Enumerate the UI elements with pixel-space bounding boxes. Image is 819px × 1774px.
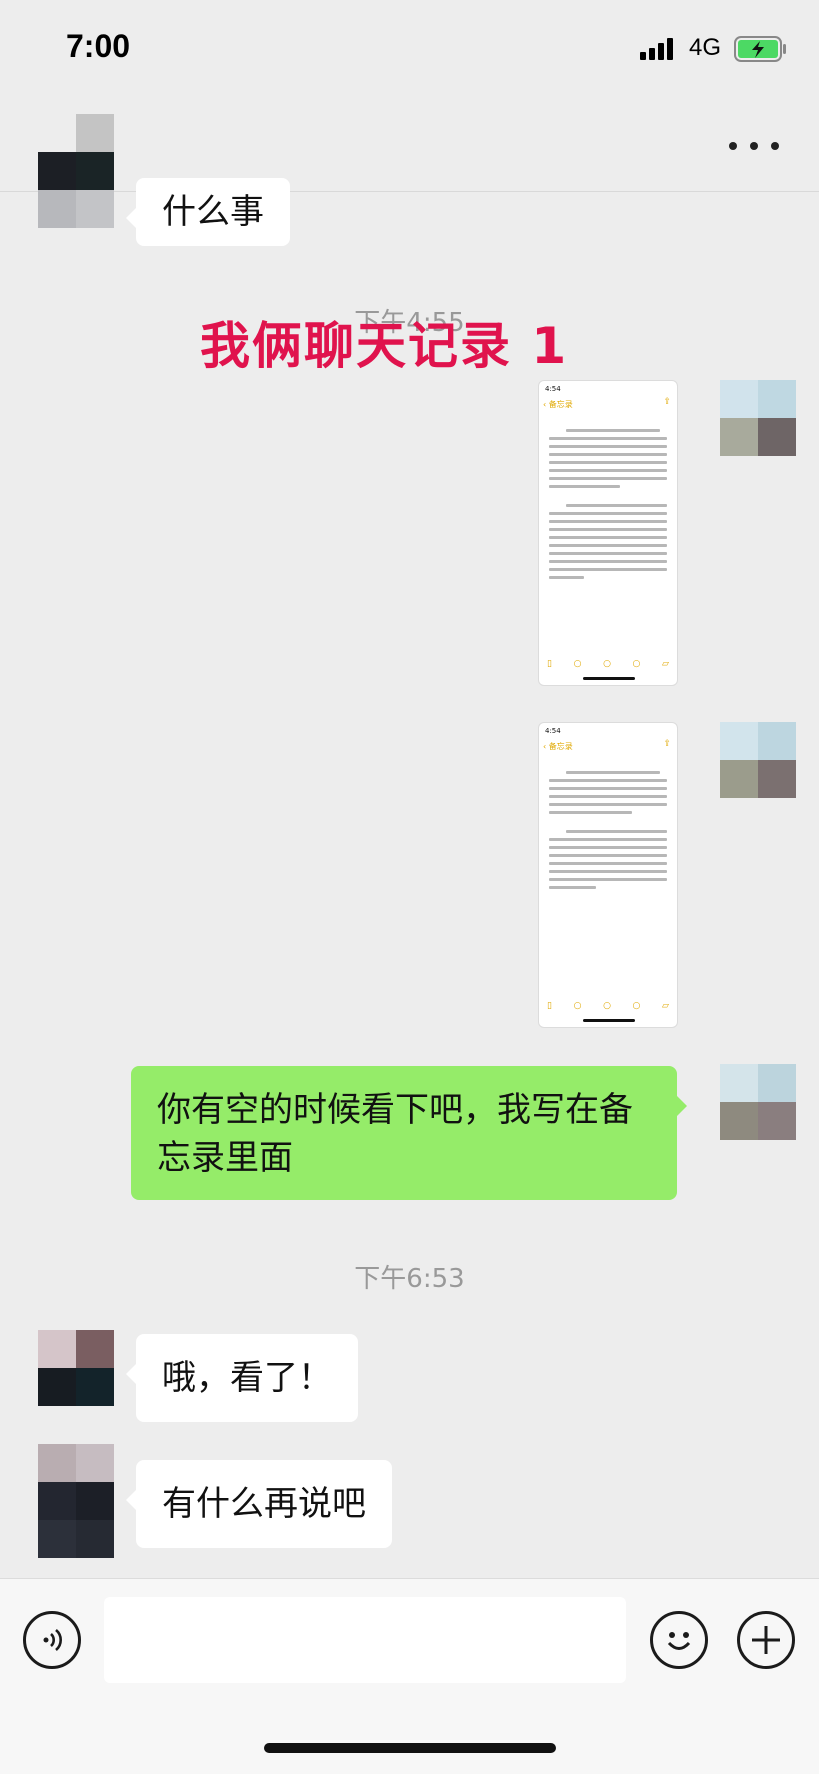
voice-icon[interactable]: [23, 1611, 81, 1669]
memo-text-lines: [549, 771, 667, 894]
memo-home-indicator: [583, 1019, 635, 1022]
input-bar: [0, 1578, 819, 1774]
status-time: 7:00: [66, 28, 131, 64]
message-text: 有什么再说吧: [162, 1484, 366, 1524]
memo-home-indicator: [583, 677, 635, 680]
plus-icon[interactable]: [737, 1611, 795, 1669]
nav-bar: [0, 100, 819, 192]
memo-text-lines: [549, 429, 667, 584]
status-bar: 7:00 4G: [0, 0, 819, 100]
message-text: 你有空的时候看下吧，我写在备忘录里面: [157, 1090, 633, 1178]
memo-back-link: ‹ 备忘录: [543, 400, 573, 409]
memo-back-label: 备忘录: [548, 742, 573, 751]
overlay-title: 我俩聊天记录 1: [200, 317, 569, 375]
image-message[interactable]: 4:54 ‹ 备忘录 ⇪ ▯ ○ ○ ○ ▱: [538, 380, 678, 686]
message-text: 什么事: [162, 192, 264, 232]
memo-toolbar-icons: ⇪: [663, 397, 671, 407]
avatar[interactable]: [38, 1330, 114, 1406]
timestamp: 下午6:53: [354, 1264, 465, 1294]
avatar[interactable]: [38, 114, 114, 228]
memo-time: 4:54: [545, 385, 561, 393]
memo-time: 4:54: [545, 727, 561, 735]
message-text: 哦，看了！: [162, 1358, 332, 1398]
message-bubble[interactable]: 哦，看了！: [126, 1334, 358, 1422]
network-label: 4G: [689, 34, 722, 61]
message-input[interactable]: [104, 1597, 626, 1683]
message-bubble[interactable]: 你有空的时候看下吧，我写在备忘录里面: [131, 1066, 687, 1200]
memo-bottom-toolbar: ▯ ○ ○ ○ ▱: [547, 1001, 669, 1011]
my-avatar[interactable]: [720, 1064, 796, 1140]
memo-date-line: [539, 755, 677, 762]
emoji-icon[interactable]: [650, 1611, 708, 1669]
signal-icon: [640, 38, 673, 60]
memo-toolbar-icons: ⇪: [663, 739, 671, 749]
avatar[interactable]: [38, 1444, 114, 1558]
memo-back-link: ‹ 备忘录: [543, 742, 573, 751]
more-icon[interactable]: [729, 126, 779, 166]
my-avatar[interactable]: [720, 380, 796, 456]
memo-back-label: 备忘录: [548, 400, 573, 409]
home-indicator: [264, 1743, 556, 1753]
battery-charging-icon: [734, 36, 786, 62]
memo-bottom-toolbar: ▯ ○ ○ ○ ▱: [547, 659, 669, 669]
memo-date-line: [539, 413, 677, 420]
my-avatar[interactable]: [720, 722, 796, 798]
message-bubble[interactable]: 有什么再说吧: [126, 1460, 392, 1548]
image-message[interactable]: 4:54 ‹ 备忘录 ⇪ ▯ ○ ○ ○ ▱: [538, 722, 678, 1028]
message-bubble[interactable]: 什么事: [126, 178, 290, 246]
